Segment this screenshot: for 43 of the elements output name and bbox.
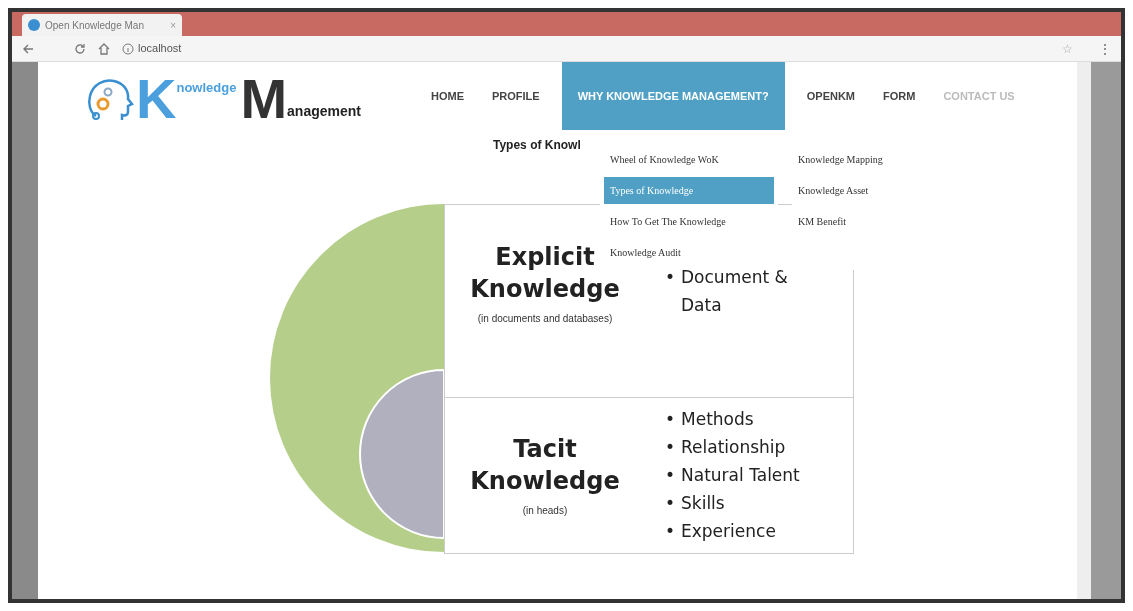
logo-word: anagement — [287, 102, 361, 121]
diagram-title: Explicit — [495, 242, 595, 273]
nav-link[interactable]: HOME — [417, 62, 478, 130]
diagram-title: Knowledge — [470, 465, 620, 497]
nav-link[interactable]: PROFILE — [478, 62, 554, 130]
home-icon[interactable] — [98, 42, 110, 55]
bullet-text: Natural Talent — [681, 464, 800, 488]
diagram-title: Tacit — [513, 433, 577, 465]
scrollbar[interactable] — [1077, 62, 1121, 599]
address-field[interactable]: localhost — [138, 40, 182, 57]
site-favicon-icon — [28, 19, 40, 31]
dropdown-item[interactable]: Knowledge Mapping — [792, 146, 902, 173]
dropdown-item[interactable]: Wheel of Knowledge WoK — [604, 146, 774, 173]
diagram-title: Knowledge — [470, 274, 620, 305]
diagram-note: (in documents and databases) — [477, 312, 613, 326]
dropdown-item[interactable]: KM Benefit — [792, 208, 902, 235]
bullet-text: Skills — [681, 492, 725, 516]
nav-link[interactable]: OPENKM — [792, 62, 869, 130]
bullet-text: Experience — [681, 520, 776, 544]
logo-word: nowledge — [176, 79, 237, 97]
reload-icon[interactable] — [74, 42, 86, 55]
dropdown-item[interactable]: Knowledge Asset — [792, 177, 902, 204]
bullet-dot: • — [665, 464, 676, 488]
dropdown-item[interactable]: How To Get The Knowledge — [604, 208, 774, 235]
bullet-dot: • — [665, 436, 676, 460]
info-icon[interactable] — [122, 42, 134, 55]
tab-title: Open Knowledge Man — [45, 18, 144, 33]
menu-icon[interactable]: ⋮ — [1099, 39, 1111, 58]
logo-letter: M — [240, 74, 288, 124]
bullet-text: Methods — [681, 408, 754, 432]
browser-tab[interactable]: Open Knowledge Man × — [22, 14, 182, 36]
diagram-note: (in heads) — [522, 503, 568, 518]
bullet-text: Relationship — [681, 436, 786, 460]
dropdown-item[interactable]: Knowledge Audit — [604, 239, 774, 266]
nav-link[interactable]: FORM — [869, 62, 930, 130]
bullet-dot: • — [665, 266, 676, 289]
back-arrow-icon[interactable] — [22, 42, 34, 55]
bullet-dot: • — [665, 492, 676, 516]
page-heading: Types of Knowl — [493, 137, 581, 154]
logo-letter: K — [136, 74, 177, 124]
bullet-dot: • — [665, 520, 676, 544]
bullet-text: Document & Data — [681, 266, 789, 317]
bullet-dot: • — [665, 408, 676, 432]
